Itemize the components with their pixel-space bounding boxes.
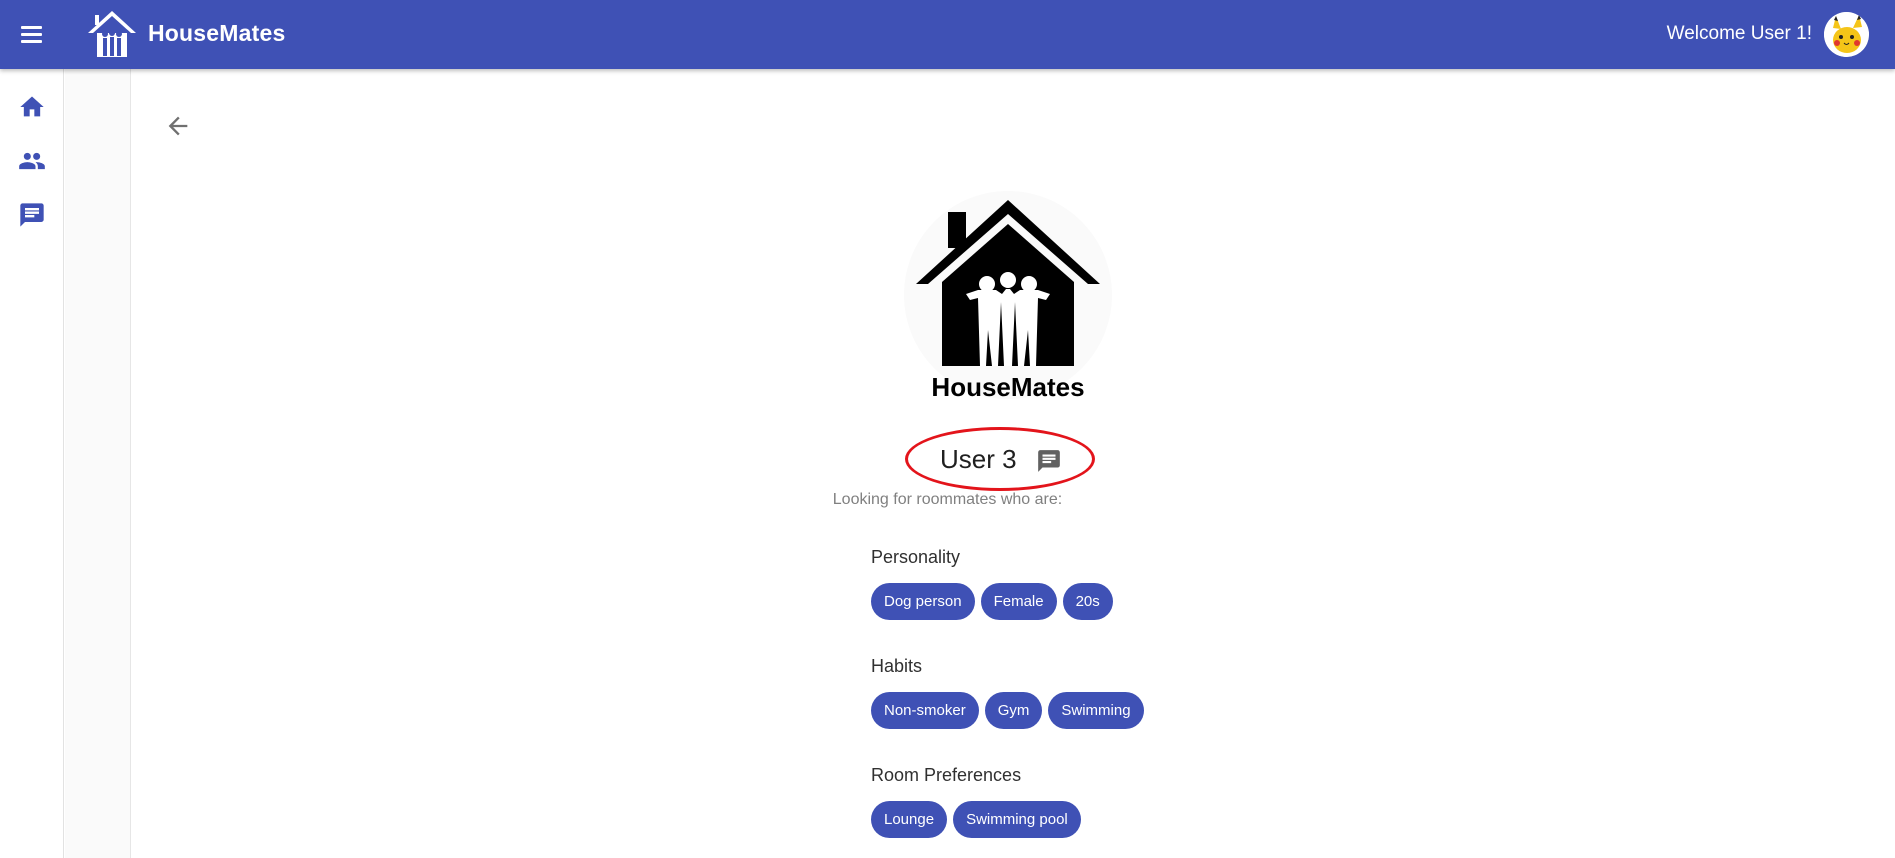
profile-logo: HouseMates [896,190,1120,402]
housemates-house-icon: HouseMates [904,191,1112,402]
chip[interactable]: Lounge [871,801,948,838]
chip-list-habits: Non-smoker Gym Swimming [871,692,1144,729]
chip[interactable]: Swimming [1048,692,1144,729]
people-icon[interactable] [18,147,46,175]
welcome-text: Welcome User 1! [1666,23,1812,44]
housemates-logo-icon[interactable] [86,9,138,59]
chip[interactable]: Swimming pool [953,801,1081,838]
section-title-personality: Personality [871,547,961,567]
logo-text: HouseMates [931,372,1084,400]
side-nav [0,69,64,858]
profile-name: User 3 [940,444,1017,474]
home-icon[interactable] [18,93,46,121]
chip[interactable]: Dog person [871,583,975,620]
chip[interactable]: Non-smoker [871,692,979,729]
app-title: HouseMates [148,20,286,46]
section-title-habits: Habits [871,656,923,676]
app-bar: HouseMates Welcome User 1! [0,0,1895,69]
chat-icon[interactable] [18,201,46,229]
looking-for-subtitle: Looking for roommates who are: [832,491,1063,508]
section-title-room-preferences: Room Preferences [871,765,1022,785]
user-avatar[interactable] [1824,12,1869,57]
chip[interactable]: Female [980,583,1057,620]
chip[interactable]: Gym [984,692,1043,729]
chip-list-personality: Dog person Female 20s [871,583,1113,620]
content-gutter [65,69,131,858]
chip[interactable]: 20s [1062,583,1113,620]
back-arrow-icon[interactable] [164,112,192,140]
chip-list-room-preferences: Lounge Swimming pool [871,801,1081,838]
message-icon[interactable] [1036,448,1062,474]
hamburger-menu-icon[interactable] [18,22,46,46]
pikachu-avatar-icon [1824,12,1869,57]
profile-name-block: User 3 [905,427,1095,491]
